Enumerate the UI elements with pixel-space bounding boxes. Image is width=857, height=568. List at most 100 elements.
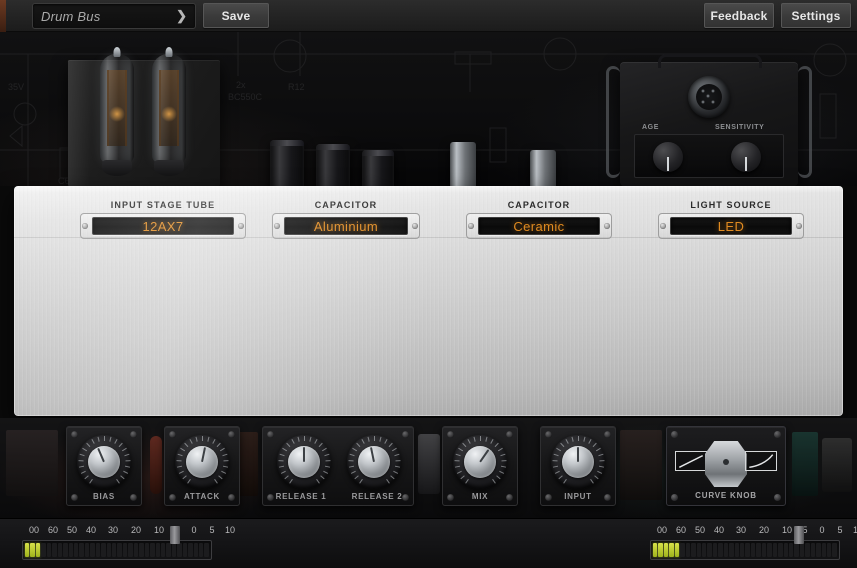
hardware-photo-top: 35V 2x BC550C R12 C6 1W AGE SENSITIVITY	[0, 32, 857, 186]
bias-label: BIAS	[93, 492, 115, 501]
meter-segments-left	[25, 543, 209, 557]
curve-knob-label: CURVE KNOB	[695, 491, 757, 500]
sensitivity-label: SENSITIVITY	[715, 124, 765, 131]
preset-selector[interactable]: Drum Bus ❯	[32, 3, 196, 29]
bias-panel: BIAS	[66, 426, 142, 506]
screw-icon	[412, 223, 418, 229]
input-panel: INPUT	[540, 426, 616, 506]
attack-panel: ATTACK	[164, 426, 240, 506]
mix-knob[interactable]	[453, 435, 507, 489]
mic-preamp-module: AGE SENSITIVITY	[606, 54, 812, 186]
top-toolbar: Drum Bus ❯ Save Feedback Settings	[0, 0, 857, 32]
screw-icon	[468, 223, 474, 229]
input-knob[interactable]	[551, 435, 605, 489]
meter-tick-label: 40	[85, 525, 97, 535]
vacuum-tube-1	[100, 54, 134, 176]
release-1-label: RELEASE 1	[275, 492, 327, 501]
svg-text:2x: 2x	[236, 80, 246, 90]
electrolytic-capacitor-1	[270, 140, 304, 186]
curve-knob[interactable]	[705, 441, 747, 487]
preset-name: Drum Bus	[41, 8, 101, 24]
meter-tick-label: 30	[735, 525, 747, 535]
screw-icon	[604, 223, 610, 229]
sensitivity-knob[interactable]	[731, 142, 761, 172]
meter-tick-label: 10	[153, 525, 165, 535]
slot-display[interactable]: 12AX7	[92, 217, 234, 235]
slot-value: LED	[717, 218, 745, 234]
slot-label: CAPACITOR	[314, 200, 378, 210]
meter-tick-label: 0	[819, 525, 825, 535]
feedback-button[interactable]: Feedback	[704, 3, 774, 28]
release-2-knob[interactable]	[347, 435, 401, 489]
handle-bail-right	[798, 66, 812, 178]
meter-tick-label: 0	[191, 525, 197, 535]
meter-tick-label: 5	[837, 525, 843, 535]
meter-threshold-handle-right[interactable]	[794, 526, 804, 544]
log-curve-icon	[745, 451, 777, 471]
vacuum-tube-2	[152, 54, 186, 176]
meter-segments-right	[653, 543, 837, 557]
compressor-faceplate: INPUT STAGE TUBE 12AX7 CAPACITOR Alumini…	[14, 186, 843, 416]
meter-tick-label: 20	[758, 525, 770, 535]
chevron-right-icon: ❯	[176, 8, 187, 23]
slot-value: Ceramic	[513, 218, 565, 234]
age-label: AGE	[642, 124, 659, 131]
mix-label: MIX	[471, 492, 489, 501]
meter-scale-left: 0060504030201050510	[22, 525, 237, 538]
svg-text:R12: R12	[288, 82, 305, 92]
meter-bar-right[interactable]	[650, 540, 840, 560]
meter-tick-label: 10	[852, 525, 857, 535]
curve-knob-panel: CURVE KNOB	[666, 426, 786, 506]
meter-threshold-handle-left[interactable]	[170, 526, 180, 544]
slot-label: INPUT STAGE TUBE	[110, 200, 216, 210]
attack-label: ATTACK	[184, 492, 220, 501]
slot-display[interactable]: Aluminium	[284, 217, 408, 235]
slot-label: LIGHT SOURCE	[690, 200, 772, 210]
meter-tick-label: 40	[713, 525, 725, 535]
electrolytic-capacitor-3	[362, 150, 394, 186]
release-panel: RELEASE 1 RELEASE 2	[262, 426, 414, 506]
slot-value: Aluminium	[313, 218, 379, 234]
svg-text:35V: 35V	[8, 82, 24, 92]
meter-scale-right: 0060504030201050510	[650, 525, 857, 538]
meter-tick-label: 10	[224, 525, 236, 535]
slot-display[interactable]: Ceramic	[478, 217, 600, 235]
meter-bar: 0060504030201050510 0060504030201050510	[0, 518, 857, 568]
output-meter[interactable]: 0060504030201050510	[650, 525, 857, 565]
meter-tick-label: 10	[781, 525, 793, 535]
screw-icon	[796, 223, 802, 229]
slot-display[interactable]: LED	[670, 217, 792, 235]
metal-capacitor-2	[530, 150, 556, 186]
meter-tick-label: 60	[47, 525, 59, 535]
carry-handle	[658, 54, 762, 68]
input-meter[interactable]: 0060504030201050510	[22, 525, 237, 565]
meter-tick-label: 30	[107, 525, 119, 535]
screw-icon	[82, 223, 88, 229]
settings-button[interactable]: Settings	[781, 3, 851, 28]
slot-value: 12AX7	[142, 218, 184, 234]
hardware-photo-bottom: BIAS ATTACK RELEASE 1 RELEASE 2 MIX INPU…	[0, 418, 857, 518]
release-1-knob[interactable]	[277, 435, 331, 489]
input-label: INPUT	[564, 492, 592, 501]
screw-icon	[274, 223, 280, 229]
meter-tick-label: 00	[28, 525, 40, 535]
screw-icon	[660, 223, 666, 229]
attack-knob[interactable]	[175, 435, 229, 489]
screw-icon	[238, 223, 244, 229]
svg-text:BC550C: BC550C	[228, 92, 263, 102]
release-2-label: RELEASE 2	[351, 492, 403, 501]
meter-tick-label: 20	[130, 525, 142, 535]
meter-tick-label: 00	[656, 525, 668, 535]
xlr-connector-icon	[688, 76, 730, 118]
handle-bail-left	[606, 66, 620, 178]
meter-tick-label: 50	[694, 525, 706, 535]
age-knob[interactable]	[653, 142, 683, 172]
bias-knob[interactable]	[77, 435, 131, 489]
electrolytic-capacitor-2	[316, 144, 350, 186]
meter-tick-label: 5	[209, 525, 215, 535]
meter-tick-label: 50	[66, 525, 78, 535]
meter-bar-left[interactable]	[22, 540, 212, 560]
mix-panel: MIX	[442, 426, 518, 506]
save-button[interactable]: Save	[203, 3, 269, 28]
slot-label: CAPACITOR	[507, 200, 571, 210]
